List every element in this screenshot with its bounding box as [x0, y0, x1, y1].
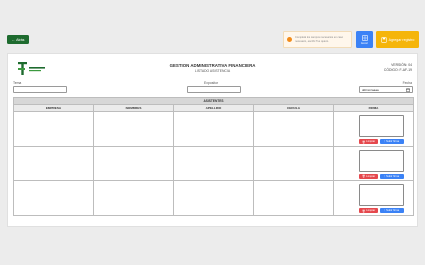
- trash-icon: 🗑: [361, 140, 366, 144]
- attendance-form: GESTION ADMINISTRATIVA FINANCIERA LISTAD…: [7, 53, 418, 227]
- expositor-field[interactable]: [187, 86, 241, 93]
- clear-signature-button[interactable]: 🗑 Limpiar: [359, 139, 378, 144]
- signature-actions: 🗑 Limpiar ↑ Subir firma: [359, 139, 404, 144]
- upload-signature-button[interactable]: ↑ Subir firma: [379, 173, 404, 179]
- excel-button[interactable]: Excel: [356, 31, 373, 48]
- alert-icon: [287, 37, 292, 42]
- empresa-cell[interactable]: [14, 112, 94, 146]
- signature-pad[interactable]: [359, 184, 404, 206]
- upload-signature-label: Subir firma: [386, 209, 400, 212]
- cedula-cell[interactable]: [254, 112, 334, 146]
- column-apellido: APELLIDO: [174, 105, 254, 111]
- firma-cell: 🗑 Limpiar ↑ Subir firma: [334, 181, 413, 215]
- signature-actions: 🗑 Limpiar ↑ Subir firma: [359, 173, 404, 179]
- calendar-icon[interactable]: [406, 88, 410, 92]
- expositor-label: Expositor: [204, 81, 219, 85]
- empresa-cell[interactable]: [14, 181, 94, 215]
- fecha-value: dd/mm/aaaa: [362, 87, 379, 92]
- upload-icon: ↑: [383, 140, 386, 143]
- table-body: 🗑 Limpiar ↑ Subir firma 🗑 Limpiar ↑ Subi…: [13, 112, 414, 216]
- upload-signature-label: Subir firma: [386, 140, 400, 143]
- nombres-cell[interactable]: [94, 146, 174, 180]
- page-title: GESTION ADMINISTRATIVA FINANCIERA: [169, 63, 256, 68]
- back-button-label: Atrás: [16, 37, 25, 42]
- clear-signature-label: Limpiar: [366, 174, 376, 178]
- firma-cell: 🗑 Limpiar ↑ Subir firma: [334, 112, 413, 146]
- trash-icon: 🗑: [361, 175, 366, 178]
- table-row: 🗑 Limpiar ↑ Subir firma: [13, 181, 414, 216]
- back-button[interactable]: ← Atrás: [7, 35, 29, 44]
- trash-icon: 🗑: [361, 209, 366, 213]
- clear-signature-label: Limpiar: [366, 209, 376, 212]
- document-version: VERSIÓN: 04: [391, 63, 412, 67]
- add-record-button[interactable]: Agregar registro: [376, 31, 419, 48]
- spreadsheet-icon: [361, 34, 368, 41]
- upload-signature-label: Subir firma: [386, 174, 400, 178]
- empresa-cell[interactable]: [14, 146, 94, 180]
- add-record-label: Agregar registro: [388, 37, 415, 42]
- upload-signature-button[interactable]: ↑ Subir firma: [379, 208, 404, 213]
- signature-pad[interactable]: [359, 149, 404, 172]
- notice-text: Completá los campos necesarios en caso n…: [295, 36, 344, 43]
- clear-signature-button[interactable]: 🗑 Limpiar: [359, 173, 378, 179]
- table-row: 🗑 Limpiar ↑ Subir firma: [13, 146, 414, 181]
- signature-pad[interactable]: [359, 115, 404, 137]
- upload-icon: ↑: [383, 209, 386, 212]
- tema-label: Tema: [13, 81, 22, 85]
- nombres-cell[interactable]: [94, 112, 174, 146]
- column-firma: FIRMA: [368, 106, 379, 110]
- cedula-cell[interactable]: [254, 146, 334, 180]
- apellido-cell[interactable]: [174, 112, 254, 146]
- fecha-field[interactable]: dd/mm/aaaa: [359, 86, 413, 93]
- signature-actions: 🗑 Limpiar ↑ Subir firma: [359, 208, 404, 213]
- notice-banner: Completá los campos necesarios en caso n…: [283, 31, 352, 48]
- apellido-cell[interactable]: [174, 181, 254, 215]
- table-header-row: EMPRESA NOMBRES APELLIDO CEDULA FIRMA: [13, 105, 414, 112]
- page-subtitle: LISTADO ASISTENCIA: [194, 69, 231, 73]
- column-nombres: NOMBRES: [94, 105, 174, 111]
- nombres-cell[interactable]: [94, 181, 174, 215]
- document-code: CÓDIGO: F-AF-19: [383, 68, 412, 72]
- cedula-cell[interactable]: [254, 181, 334, 215]
- table-row: 🗑 Limpiar ↑ Subir firma: [13, 112, 414, 147]
- upload-icon: ↑: [383, 174, 386, 178]
- apellido-cell[interactable]: [174, 146, 254, 180]
- clear-signature-button[interactable]: 🗑 Limpiar: [359, 208, 378, 213]
- column-cedula: CEDULA: [254, 105, 334, 111]
- clear-signature-label: Limpiar: [366, 140, 376, 143]
- attendees-header: ASISTENTES: [13, 97, 414, 105]
- tema-field[interactable]: [13, 86, 67, 93]
- column-empresa: EMPRESA: [14, 105, 94, 111]
- excel-button-label: Excel: [361, 41, 368, 45]
- firma-cell: 🗑 Limpiar ↑ Subir firma: [334, 147, 413, 181]
- fecha-label: Fecha: [402, 81, 412, 85]
- save-icon: [380, 36, 387, 43]
- arrow-left-icon: ←: [11, 37, 16, 42]
- upload-signature-button[interactable]: ↑ Subir firma: [379, 139, 404, 144]
